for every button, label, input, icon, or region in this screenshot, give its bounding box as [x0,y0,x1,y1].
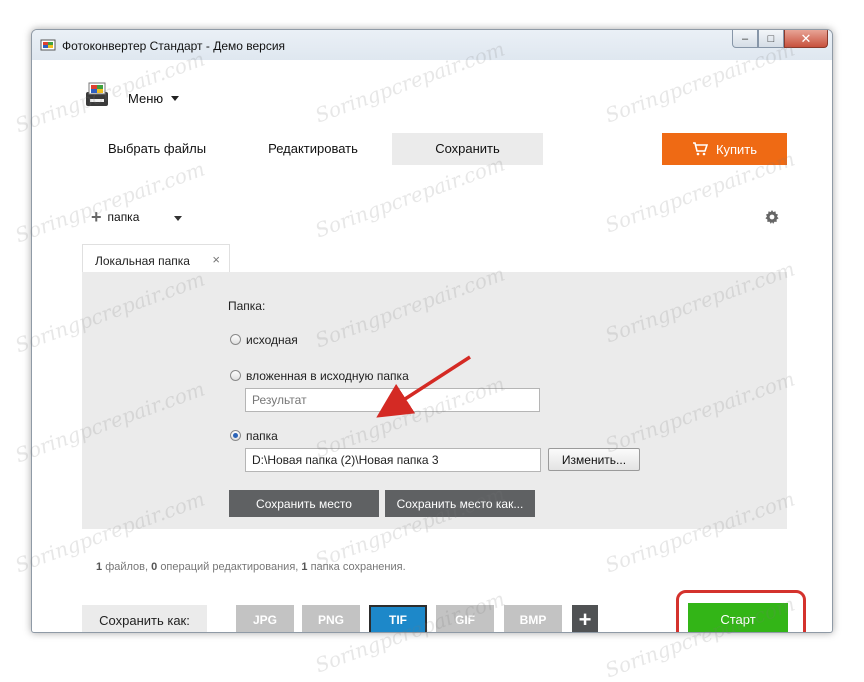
minimize-button[interactable]: – [732,30,758,48]
add-format-button[interactable]: + [572,605,598,632]
tab-local-folder[interactable]: Локальная папка × [82,244,230,273]
chevron-down-icon[interactable] [171,96,179,101]
window-title: Фотоконвертер Стандарт - Демо версия [62,39,286,53]
buy-button-label: Купить [715,141,758,157]
ops-text: операций редактирования, [160,561,299,573]
title-bar[interactable]: Фотоконвертер Стандарт - Демо версия – □… [32,30,832,60]
radio-custom-folder[interactable] [230,430,241,441]
status-text: 1 файлов, 0 операций редактирования, 1 п… [96,561,406,573]
folders-count: 1 [301,561,308,573]
local-folder-tab-label: Локальная папка [95,254,190,268]
gear-icon[interactable] [764,209,780,225]
tab-save[interactable]: Сохранить [392,133,543,165]
app-window: Фотоконвертер Стандарт - Демо версия – □… [31,29,833,633]
folder-path-input[interactable]: D:\Новая папка (2)\Новая папка 3 [245,448,541,472]
ops-count: 0 [151,561,158,573]
close-icon[interactable]: × [212,252,220,267]
save-as-label: Сохранить как: [82,605,207,632]
custom-folder-label[interactable]: папка [246,429,278,443]
chevron-down-icon[interactable] [174,216,182,221]
app-icon [40,39,56,51]
subfolder-label[interactable]: вложенная в исходную папка [246,369,409,383]
format-png-button[interactable]: PNG [302,605,360,632]
tab-select-files[interactable]: Выбрать файлы [82,133,232,165]
radio-source-folder[interactable] [230,334,241,345]
radio-subfolder[interactable] [230,370,241,381]
cart-icon [692,142,708,156]
source-folder-label[interactable]: исходная [246,333,298,347]
format-jpg-button[interactable]: JPG [236,605,294,632]
save-location-button[interactable]: Сохранить место [229,490,379,517]
format-bmp-button[interactable]: BMP [504,605,562,632]
files-text: файлов, [105,561,149,573]
files-count: 1 [96,561,103,573]
tab-edit[interactable]: Редактировать [238,133,388,165]
folder-heading: Папка: [228,299,266,313]
